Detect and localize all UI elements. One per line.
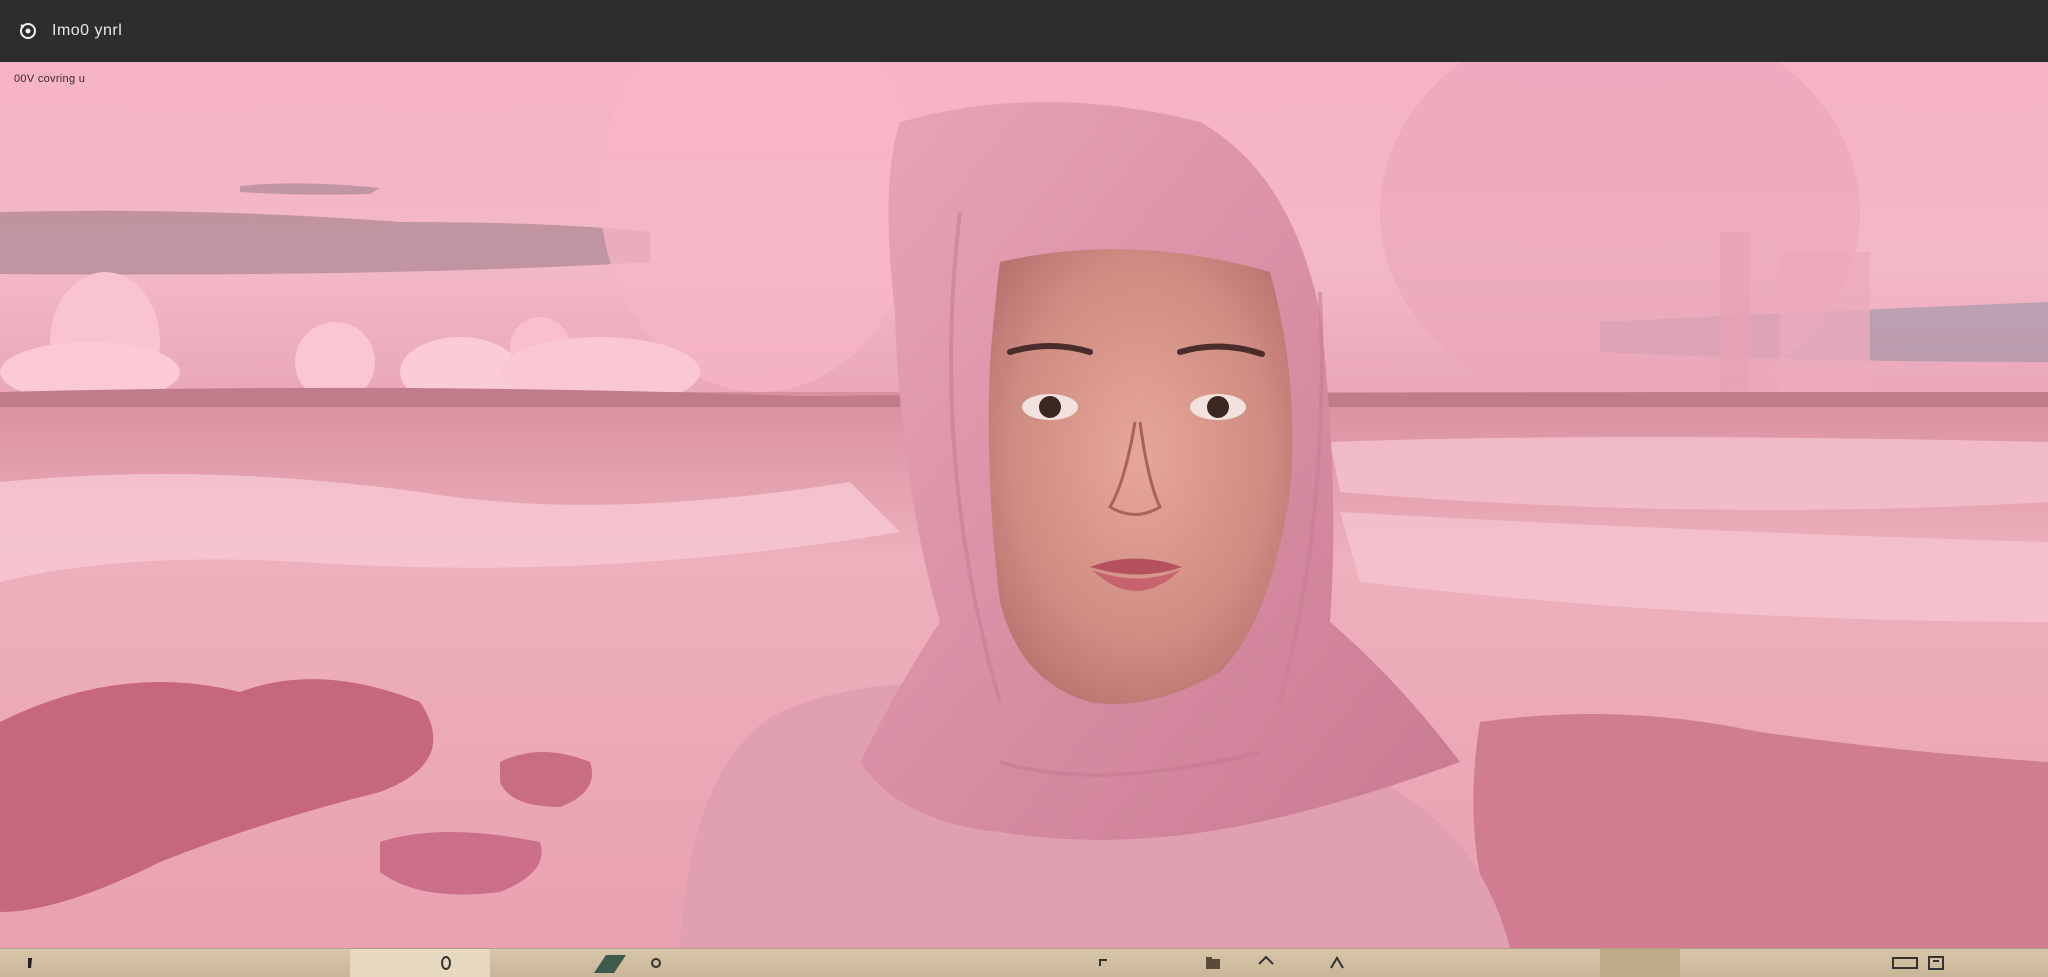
title-bar: Imo0 ynrl bbox=[0, 0, 2048, 63]
settings-icon[interactable] bbox=[1924, 953, 1948, 973]
image-viewer[interactable]: 00V covring u bbox=[0, 62, 2048, 948]
cursor-icon[interactable] bbox=[1094, 953, 1114, 973]
taskbar-segment bbox=[350, 949, 490, 977]
search-icon[interactable] bbox=[436, 953, 456, 973]
app-icon[interactable] bbox=[646, 953, 666, 973]
camera-lens-icon[interactable] bbox=[18, 21, 38, 41]
home-icon[interactable] bbox=[1255, 953, 1277, 973]
window-icon[interactable] bbox=[1890, 953, 1920, 973]
folder-icon[interactable] bbox=[1202, 953, 1224, 973]
taskbar bbox=[0, 948, 2048, 977]
image-caption: 00V covring u bbox=[14, 73, 86, 85]
window-title: Imo0 ynrl bbox=[52, 22, 123, 39]
taskbar-segment bbox=[1600, 949, 1680, 977]
start-icon[interactable] bbox=[20, 953, 40, 973]
portrait-image bbox=[0, 62, 2048, 948]
pen-icon[interactable] bbox=[590, 953, 630, 973]
up-icon[interactable] bbox=[1326, 953, 1348, 973]
